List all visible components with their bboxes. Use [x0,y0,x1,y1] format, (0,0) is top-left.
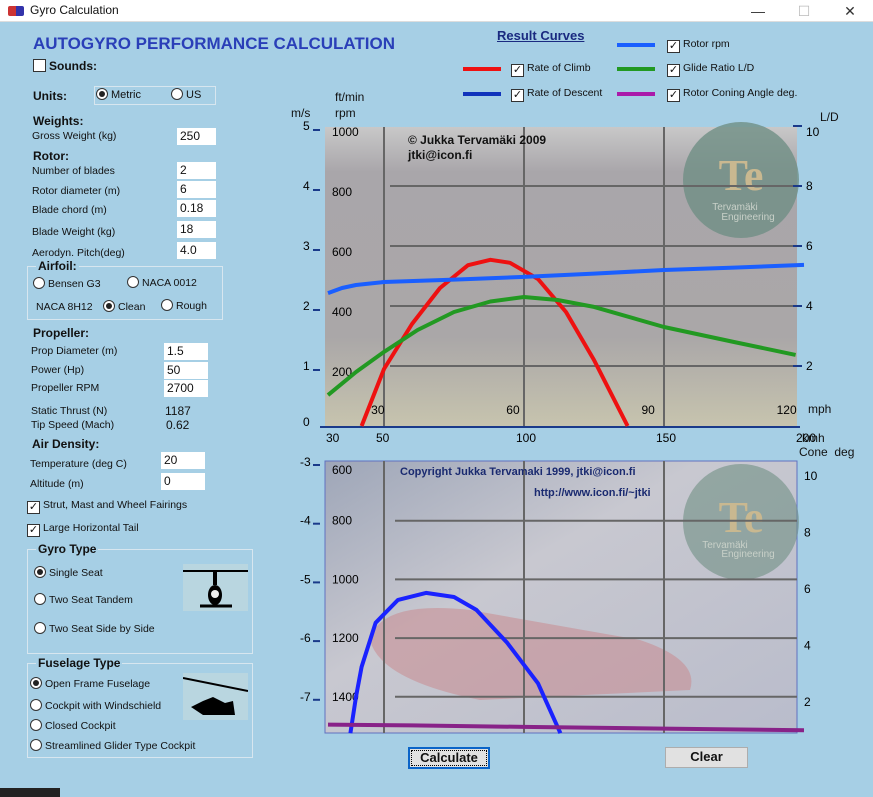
performance-chart: TeTervamäkiEngineering 54321010008006004… [303,119,820,445]
y-tick-label-ftmin: 1000 [332,572,359,586]
chart-copyright-2: Copyright Jukka Tervamaki 1999, jtki@ico… [400,466,636,478]
y-tick-label-ms: 3 [303,239,310,253]
x-tick-label-mph: 30 [371,403,385,417]
y-tick-label-ms: -6 [300,631,311,645]
calculate-button[interactable]: Calculate [408,747,490,769]
chart-email: jtki@icon.fi [408,148,473,162]
y-tick-label-cone: 4 [804,639,811,653]
y-tick-label-ms: 4 [303,179,310,193]
y-tick-label-cone: 10 [804,469,818,483]
y-tick-label-ms: -4 [300,514,311,528]
y-tick-label-ms: -7 [300,690,311,704]
y-tick-label-ld: 10 [806,125,820,139]
y-tick-label-ftmin: 1200 [332,631,359,645]
x-tick-label-mph: 60 [506,403,520,417]
y-tick-label-ld: 2 [806,359,813,373]
y-tick-label-ld: 4 [806,299,813,313]
svg-text:Engineering: Engineering [721,212,774,223]
y-tick-label-ms: -5 [300,572,311,586]
chart-url: http://www.icon.fi/~jtki [534,487,651,499]
y-tick-label-ms: 5 [303,119,310,133]
x-tick-label-mph: 90 [641,403,655,417]
x-tick-label-kmh: 30 [326,431,340,445]
chart-copyright: © Jukka Tervamäki 2009 [408,133,547,147]
charts: TeTervamäkiEngineering 54321010008006004… [300,119,820,735]
te-logo: TeTervamäkiEngineering [683,122,799,238]
y-tick-label-ms: 0 [303,415,310,429]
x-tick-label-kmh: 150 [656,431,676,445]
y-tick-label-ftmin: 800 [332,185,352,199]
y-tick-label-ftmin: 400 [332,305,352,319]
svg-text:Engineering: Engineering [721,549,774,560]
y-tick-label-cone: 8 [804,526,811,540]
svg-text:Te: Te [719,151,764,200]
x-tick-label-mph: 120 [777,403,797,417]
y-tick-label-ld: 6 [806,239,813,253]
y-tick-label-cone: 6 [804,582,811,596]
x-tick-label-kmh: 200 [796,431,816,445]
y-tick-label-ftmin: 600 [332,463,352,477]
taskbar-edge [0,788,60,797]
y-tick-label-ftmin: 800 [332,514,352,528]
y-tick-label-ftmin: 1000 [332,125,359,139]
svg-text:Te: Te [719,493,764,542]
y-tick-label-ld: 8 [806,179,813,193]
y-tick-label-ftmin: 600 [332,245,352,259]
clear-button[interactable]: Clear [665,747,748,768]
x-tick-label-kmh: 100 [516,431,536,445]
te-logo: TeTervamäkiEngineering [683,464,799,580]
y-tick-label-ms: 1 [303,359,310,373]
y-tick-label-ms: 2 [303,299,310,313]
y-tick-label-ms: -3 [300,455,311,469]
x-tick-label-kmh: 50 [376,431,390,445]
y-tick-label-cone: 2 [804,695,811,709]
